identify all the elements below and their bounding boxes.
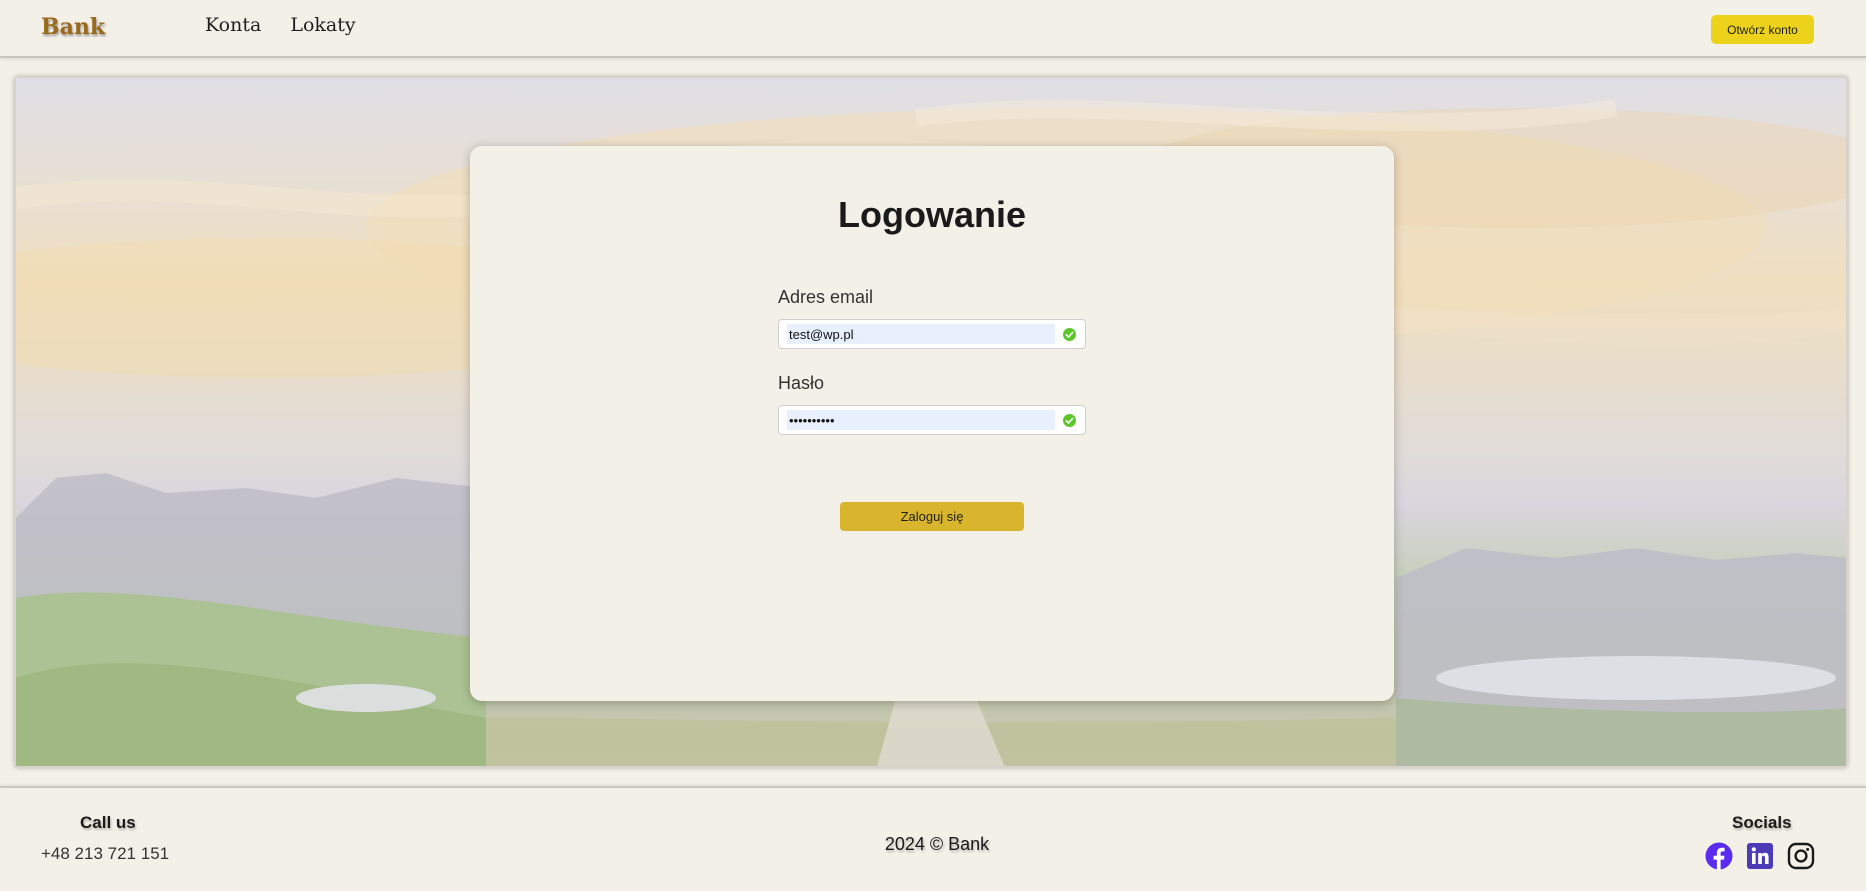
valid-check-icon xyxy=(1063,328,1076,341)
open-account-button[interactable]: Otwórz konto xyxy=(1711,15,1814,44)
login-title: Logowanie xyxy=(838,194,1026,235)
valid-check-icon xyxy=(1063,414,1076,427)
facebook-icon[interactable] xyxy=(1705,842,1733,870)
top-navbar: Bank Konta Lokaty Otwórz konto xyxy=(0,0,1866,58)
email-field[interactable] xyxy=(778,319,1086,349)
footer: Call us +48 213 721 151 2024 © Bank Soci… xyxy=(0,786,1866,891)
social-links xyxy=(1705,842,1815,870)
password-input[interactable] xyxy=(787,410,1055,430)
socials-heading: Socials xyxy=(1732,813,1792,832)
brand-logo[interactable]: Bank xyxy=(41,14,105,40)
call-us-heading: Call us xyxy=(80,813,136,832)
main-nav: Konta Lokaty xyxy=(205,14,356,36)
password-label: Hasło xyxy=(778,373,825,393)
password-field[interactable] xyxy=(778,405,1086,435)
nav-link-lokaty[interactable]: Lokaty xyxy=(290,14,355,36)
login-button[interactable]: Zaloguj się xyxy=(840,502,1024,531)
linkedin-icon[interactable] xyxy=(1746,842,1774,870)
instagram-icon[interactable] xyxy=(1787,842,1815,870)
login-card: Logowanie Adres email Hasło Zaloguj się xyxy=(470,146,1394,701)
copyright-text: 2024 © Bank xyxy=(884,834,990,854)
nav-link-konta[interactable]: Konta xyxy=(205,14,261,36)
email-input[interactable] xyxy=(787,324,1055,344)
email-label: Adres email xyxy=(778,287,874,307)
